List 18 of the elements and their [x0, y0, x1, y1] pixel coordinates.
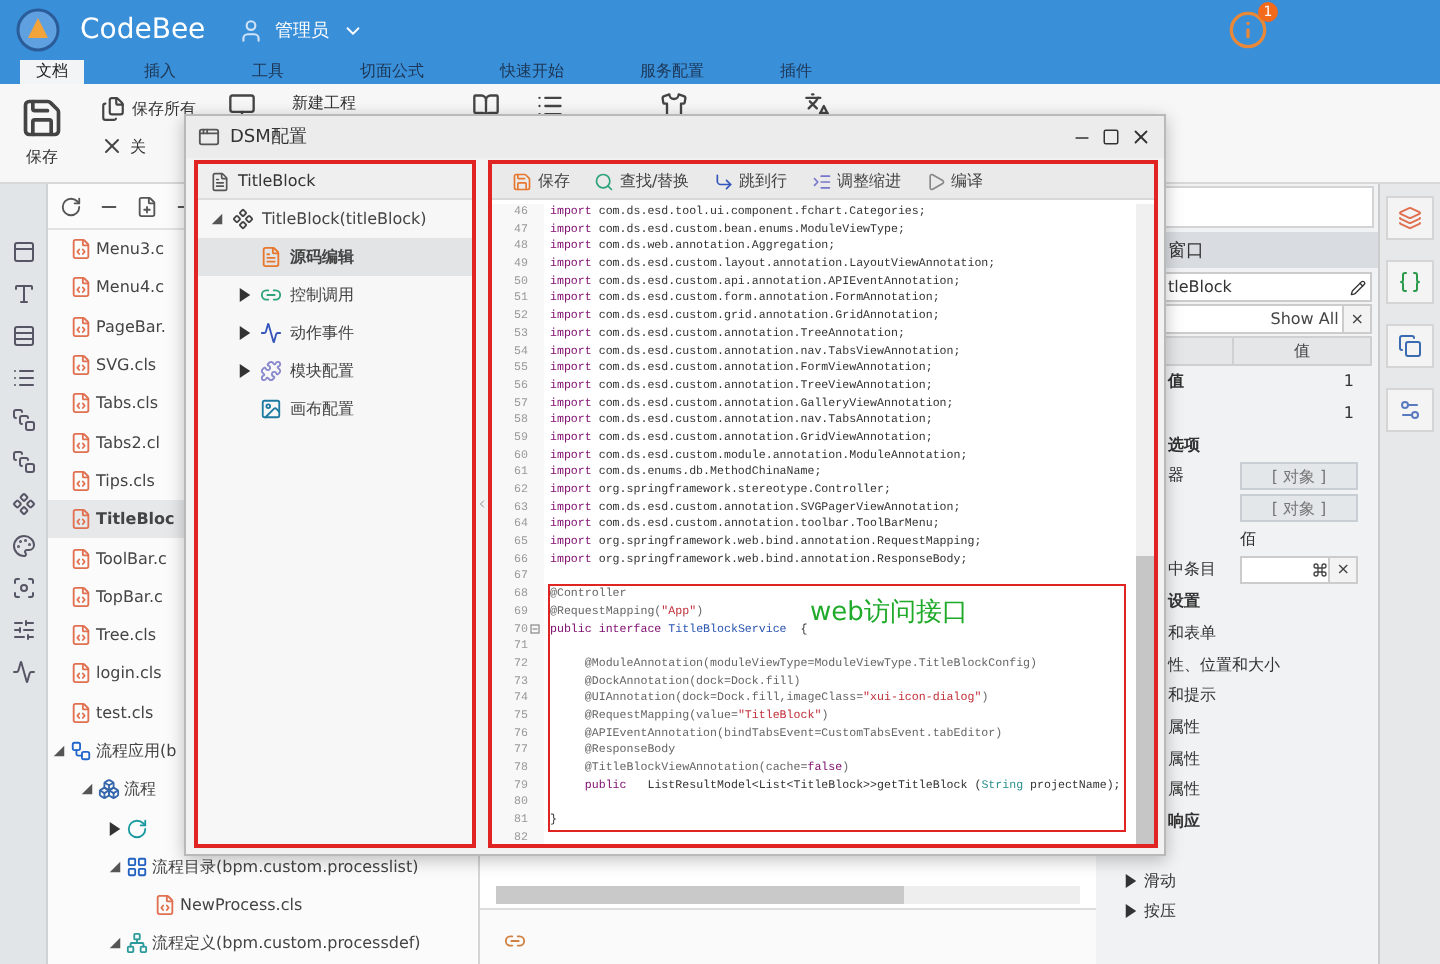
- property-category: 性、位置和大小: [1165, 653, 1282, 676]
- category-heading: 响应: [1166, 809, 1202, 832]
- property-category: 属性: [1166, 715, 1202, 738]
- app-name: CodeBee: [80, 14, 206, 46]
- property-value: 佰: [1240, 527, 1258, 550]
- nav-header: TitleBlock: [238, 172, 316, 190]
- property-category: 属性: [1166, 747, 1202, 770]
- property-value: 1: [1341, 404, 1356, 423]
- dialog-title: DSM配置: [230, 125, 309, 150]
- property-value: 1: [1341, 372, 1356, 391]
- property-category: 和表单: [1166, 621, 1218, 644]
- property-label: 器: [1166, 464, 1186, 487]
- callout-label: web访问接口: [810, 598, 968, 631]
- property-category: 和提示: [1166, 684, 1218, 707]
- property-label: 中条目: [1166, 558, 1218, 581]
- category-heading: 选项: [1166, 433, 1202, 456]
- category-heading: 值: [1165, 370, 1186, 393]
- category-heading: 设置: [1165, 590, 1202, 613]
